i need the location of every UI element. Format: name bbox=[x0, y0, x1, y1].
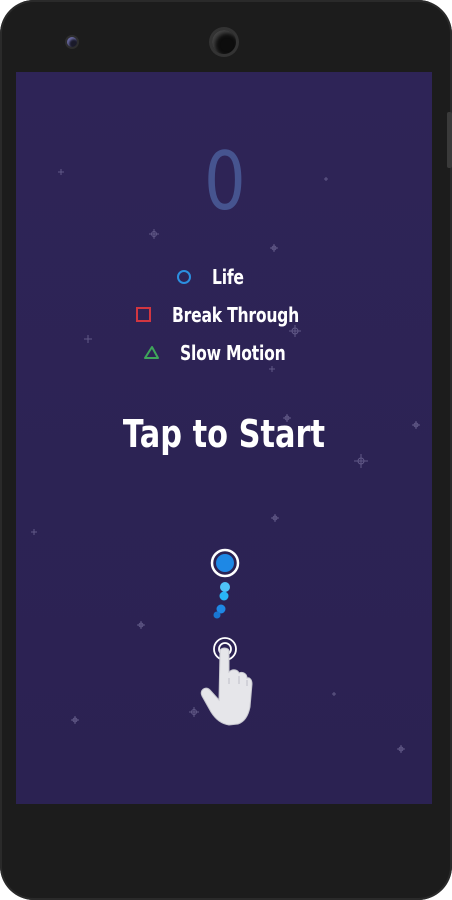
ball-trail bbox=[213, 582, 230, 619]
game-screen[interactable]: 0 Life Break Through Slow Motion Tap to … bbox=[16, 72, 432, 804]
camera-icon bbox=[212, 30, 236, 54]
sensor-icon bbox=[67, 37, 77, 47]
phone-frame: 0 Life Break Through Slow Motion Tap to … bbox=[0, 0, 452, 900]
side-button bbox=[447, 112, 452, 168]
ball-icon bbox=[210, 548, 240, 578]
tutorial-animation bbox=[200, 548, 253, 726]
hand-pointer-icon bbox=[200, 637, 253, 726]
